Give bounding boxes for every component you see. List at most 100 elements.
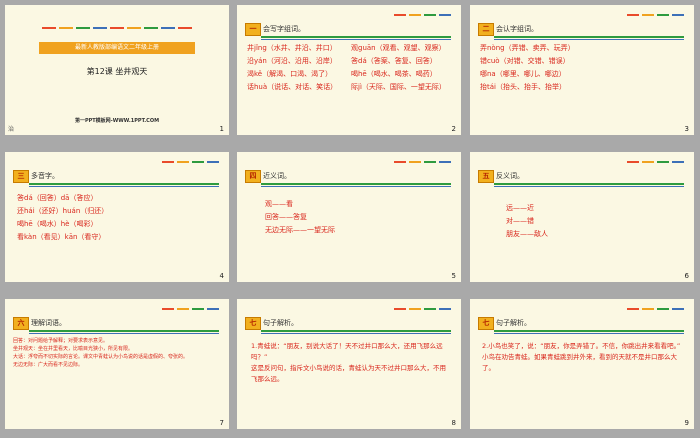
list-item: 答dá（回答）dā（答应） [17,194,98,202]
slide-thumbnail-1[interactable]: 最新人教版部编语文二年级上册 第12课 坐井观天 第一PPT模板网-WWW.1P… [5,5,229,135]
word-list-right: 观guān（观看、观望、观察） 答dá（答案、答复、回答） 喝hē（喝水、喝茶、… [351,42,446,94]
slide-number: 8 [451,419,456,427]
list-item: 无边无际——一望无际 [265,226,335,234]
section-heading: 会认字组词。 [496,25,538,33]
list-item: 际jì（天际、国际、一望无际） [351,83,446,91]
list-item: 还hái（还好）huán（归还） [17,207,109,215]
list-item: 观guān（观看、观望、观察） [351,44,446,52]
slide-thumbnail-4[interactable]: 三 多音字。 答dá（回答）dā（答应） 还hái（还好）huán（归还） 喝h… [5,152,229,282]
divider [29,186,219,187]
section-badge: 二 [478,23,494,36]
slide-number: 3 [684,125,689,133]
explanation: 小鸟在劝告青蛙。如果青蛙跳到井外来，看到的天就不是井口那么大了。 [482,353,677,372]
word-list: 观——看 回答——答复 无边无际——一望无际 [265,198,335,237]
word-list-left: 井jǐng（水井、井沿、井口） 沿yán（河沿、沿用、沿岸） 渴kě（解渴、口渴… [247,42,337,94]
divider [29,183,219,185]
list-item: 朋友——敌人 [506,230,548,238]
section-badge: 一 [245,23,261,36]
explanation: 这是反问句，指斥文小鸟说的话，青蛙认为天不过井口那么大，不用飞那么远。 [251,364,446,383]
sentence-analysis: 1.青蛙说：“朋友，别说大话了！天不过井口那么大，还用飞那么远吗？” 这是反问句… [251,341,451,385]
list-item: 弄nòng（弄错、卖弄、玩弄） [480,44,575,52]
section-heading: 多音字。 [31,172,59,180]
slide-number: 1 [219,125,224,133]
divider [494,333,684,334]
cover-subtitle-bar: 最新人教版部编语文二年级上册 [39,42,195,54]
definition-list: 回答：对问题给予解释；对要求表示意见。 坐井观天：坐在井里看天，比喻目光狭小，所… [13,337,221,369]
section-badge: 六 [13,317,29,330]
slide-number: 6 [684,272,689,280]
slide-thumbnail-3[interactable]: 二 会认字组词。 弄nòng（弄错、卖弄、玩弄） 错cuò（对错、交错、错误） … [470,5,694,135]
section-badge: 五 [478,170,494,183]
example-sentence: 2.小鸟也笑了，说：“朋友，你是弄错了。不信，你跳出井来看看吧。” [482,342,681,350]
divider [29,333,219,334]
cover-site: 第一PPT模板网-WWW.1PPT.COM [74,118,160,124]
list-item: 无边无际：广大而看不见边际。 [13,362,84,368]
slide-thumbnail-5[interactable]: 四 近义词。 观——看 回答——答复 无边无际——一望无际 5 [237,152,461,282]
slide-number: 2 [451,125,456,133]
slide-number: 4 [219,272,224,280]
list-item: 大话：浮夸而不切实际的言论。课文中青蛙认为小鸟说的话是虚假的、夸张的。 [13,354,189,360]
word-list: 弄nòng（弄错、卖弄、玩弄） 错cuò（对错、交错、错误） 哪na（哪里、哪儿… [480,42,575,94]
divider [494,186,684,187]
list-item: 错cuò（对错、交错、错误） [480,57,570,65]
divider [261,186,451,187]
sentence-analysis: 2.小鸟也笑了，说：“朋友，你是弄错了。不信，你跳出井来看看吧。” 小鸟在劝告青… [482,341,684,374]
decorative-lines [627,308,684,310]
section-heading: 理解词语。 [31,319,66,327]
decorative-lines [162,161,219,163]
list-item: 井jǐng（水井、井沿、井口） [247,44,337,52]
list-item: 坐井观天：坐在井里看天，比喻目光狭小，所见有限。 [13,346,134,352]
divider [261,333,451,334]
list-item: 观——看 [265,200,293,208]
list-item: 喝hē（喝水）hè（喝彩） [17,220,98,228]
decorative-lines [394,308,451,310]
slide-note: 治 [8,126,15,133]
divider [261,39,451,40]
section-badge: 七 [245,317,261,330]
list-item: 沿yán（河沿、沿用、沿岸） [247,57,337,65]
list-item: 渴kě（解渴、口渴、渴了） [247,70,333,78]
divider [261,36,451,38]
section-heading: 句子解析。 [263,319,298,327]
slide-thumbnail-8[interactable]: 七 句子解析。 1.青蛙说：“朋友，别说大话了！天不过井口那么大，还用飞那么远吗… [237,299,461,429]
divider [261,330,451,332]
decorative-lines [627,161,684,163]
slide-thumbnail-9[interactable]: 七 句子解析。 2.小鸟也笑了，说：“朋友，你是弄错了。不信，你跳出井来看看吧。… [470,299,694,429]
divider [494,36,684,38]
section-heading: 句子解析。 [496,319,531,327]
section-heading: 会写字组词。 [263,25,305,33]
list-item: 喝hē（喝水、喝茶、喝药） [351,70,437,78]
cover-title: 第12课 坐井观天 [86,67,148,76]
list-item: 回答：对问题给予解释；对要求表示意见。 [13,338,109,344]
list-item: 抬tái（抬头、抬手、抬举） [480,83,566,91]
slide-number: 9 [684,419,689,427]
list-item: 哪na（哪里、哪儿、哪边） [480,70,566,78]
section-heading: 近义词。 [263,172,291,180]
slide-thumbnail-2[interactable]: 一 会写字组词。 井jǐng（水井、井沿、井口） 沿yán（河沿、沿用、沿岸） … [237,5,461,135]
section-badge: 三 [13,170,29,183]
decorative-lines [5,27,229,29]
example-sentence: 1.青蛙说：“朋友，别说大话了！天不过井口那么大，还用飞那么远吗？” [251,342,443,361]
slide-number: 7 [219,419,224,427]
list-item: 答dá（答案、答复、回答） [351,57,437,65]
decorative-lines [627,14,684,16]
list-item: 看kàn（看见）kān（看守） [17,233,106,241]
slide-thumbnail-7[interactable]: 六 理解词语。 回答：对问题给予解释；对要求表示意见。 坐井观天：坐在井里看天，… [5,299,229,429]
section-badge: 七 [478,317,494,330]
section-heading: 反义词。 [496,172,524,180]
list-item: 对——错 [506,217,534,225]
list-item: 话huà（说话、对话、笑话） [247,83,338,91]
divider [494,330,684,332]
divider [494,183,684,185]
list-item: 回答——答复 [265,213,307,221]
divider [494,39,684,40]
slide-number: 5 [451,272,456,280]
decorative-lines [394,161,451,163]
decorative-lines [394,14,451,16]
word-list: 答dá（回答）dā（答应） 还hái（还好）huán（归还） 喝hē（喝水）hè… [17,192,108,244]
section-badge: 四 [245,170,261,183]
list-item: 远——近 [506,204,534,212]
word-list: 远——近 对——错 朋友——敌人 [506,202,548,241]
slide-thumbnail-6[interactable]: 五 反义词。 远——近 对——错 朋友——敌人 6 [470,152,694,282]
divider [29,330,219,332]
